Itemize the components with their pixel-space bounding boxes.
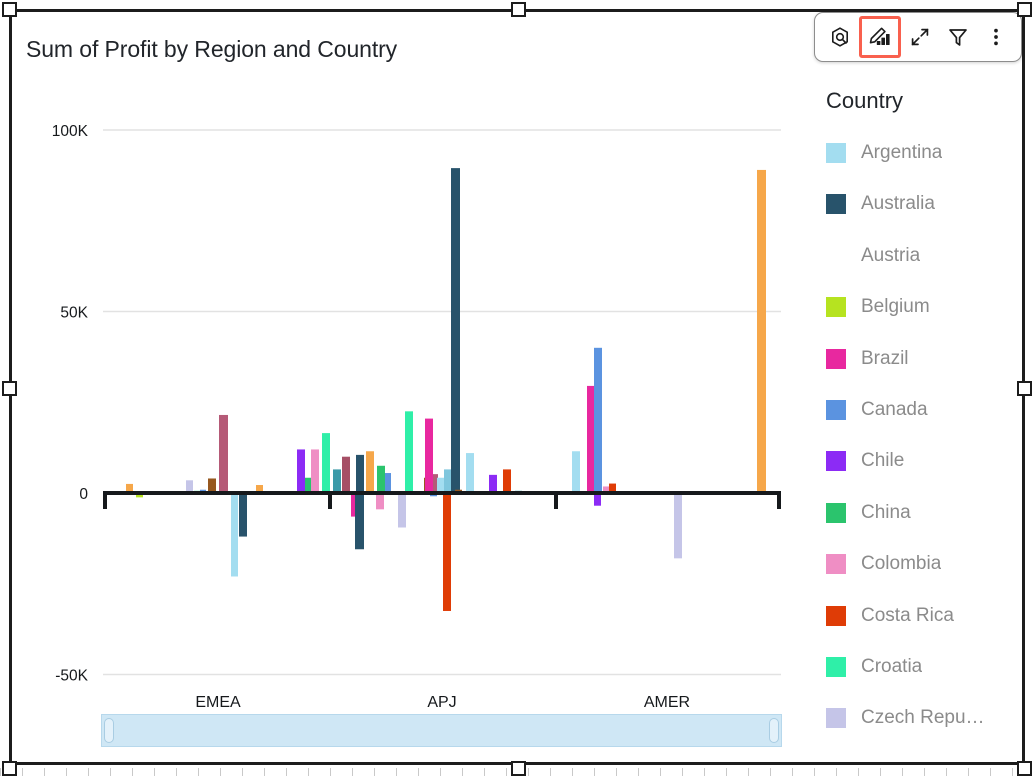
legend-item[interactable]: Canada xyxy=(826,393,1026,427)
legend-item-label: Croatia xyxy=(861,656,922,678)
resize-handle-top-left[interactable] xyxy=(2,2,17,17)
resize-handle-bottom-right[interactable] xyxy=(1017,761,1032,776)
legend-color-swatch xyxy=(826,657,846,677)
visual-container: Sum of Profit by Region and Country xyxy=(0,0,1034,776)
legend: Country Argentina Australia Austria Belgium… xyxy=(826,88,1026,753)
horizontal-scrollbar[interactable] xyxy=(101,714,782,747)
scrollbar-right-grip[interactable] xyxy=(769,718,779,743)
resize-handle-top-center[interactable] xyxy=(511,2,526,17)
legend-title: Country xyxy=(826,88,1026,114)
legend-item-label: Chile xyxy=(861,450,904,472)
resize-handle-middle-left[interactable] xyxy=(2,381,17,396)
scrollbar-left-grip[interactable] xyxy=(104,718,114,743)
legend-item[interactable]: Australia xyxy=(826,187,1026,221)
filter-icon[interactable] xyxy=(939,18,977,56)
visual-toolbar xyxy=(814,12,1022,62)
legend-item-label: Costa Rica xyxy=(861,605,954,627)
legend-color-swatch xyxy=(826,349,846,369)
resize-handle-bottom-center[interactable] xyxy=(511,761,526,776)
legend-item[interactable]: Croatia xyxy=(826,650,1026,684)
legend-color-swatch xyxy=(826,451,846,471)
insight-icon[interactable] xyxy=(821,18,859,56)
legend-item[interactable]: Argentina xyxy=(826,136,1026,170)
resize-handle-top-right[interactable] xyxy=(1017,2,1032,17)
expand-icon[interactable] xyxy=(901,18,939,56)
legend-item-label: Belgium xyxy=(861,296,930,318)
legend-item-label: Brazil xyxy=(861,348,909,370)
legend-item-label: Australia xyxy=(861,193,935,215)
legend-item-label: Argentina xyxy=(861,142,942,164)
legend-color-swatch xyxy=(826,554,846,574)
legend-item[interactable]: Colombia xyxy=(826,547,1026,581)
legend-item-label: Colombia xyxy=(861,553,941,575)
legend-item[interactable]: Chile xyxy=(826,444,1026,478)
legend-item-label: Austria xyxy=(861,245,920,267)
legend-color-swatch xyxy=(826,297,846,317)
legend-item[interactable]: Brazil xyxy=(826,342,1026,376)
legend-color-swatch xyxy=(826,194,846,214)
legend-item-label: Canada xyxy=(861,399,928,421)
legend-item[interactable]: China xyxy=(826,496,1026,530)
more-options-icon[interactable] xyxy=(977,18,1015,56)
legend-item-label: China xyxy=(861,502,911,524)
resize-handle-bottom-left[interactable] xyxy=(2,761,17,776)
legend-item[interactable]: Austria xyxy=(826,239,1026,273)
resize-handle-middle-right[interactable] xyxy=(1017,381,1032,396)
legend-color-swatch xyxy=(826,400,846,420)
page-title: Sum of Profit by Region and Country xyxy=(26,36,397,63)
legend-item-label: Czech Repu… xyxy=(861,707,985,729)
legend-item[interactable]: Belgium xyxy=(826,290,1026,324)
legend-color-swatch xyxy=(826,606,846,626)
legend-color-swatch xyxy=(826,246,846,266)
legend-item[interactable]: Czech Repu… xyxy=(826,701,1026,735)
legend-item[interactable]: Costa Rica xyxy=(826,599,1026,633)
legend-color-swatch xyxy=(826,503,846,523)
legend-color-swatch xyxy=(826,143,846,163)
edit-chart-icon[interactable] xyxy=(859,16,901,58)
legend-color-swatch xyxy=(826,708,846,728)
